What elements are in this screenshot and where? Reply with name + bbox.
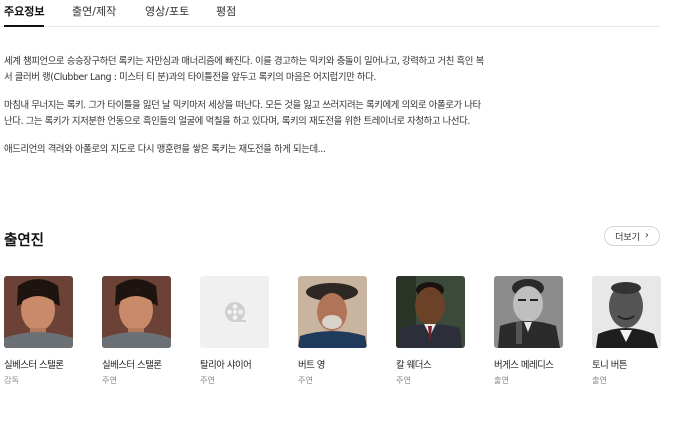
cast-card[interactable]: 토니 버튼 출연 (592, 276, 661, 386)
cast-photo (494, 276, 563, 348)
cast-photo (592, 276, 661, 348)
cast-card[interactable]: 버게스 메레디스 출연 (494, 276, 563, 386)
cast-role: 주연 (200, 375, 216, 385)
cast-name: 실베스터 스탤론 (102, 360, 162, 371)
cast-list: 실베스터 스탤론 감독 실베스터 스탤론 주연 탈리아 샤이어 주연 버트 영 … (4, 276, 664, 426)
cast-role: 주연 (396, 375, 412, 385)
cast-role: 출연 (494, 375, 510, 385)
synopsis: 세계 챔피언으로 승승장구하던 록키는 자만심과 매너리즘에 빠진다. 이를 경… (4, 54, 484, 170)
cast-role: 출연 (592, 375, 608, 385)
cast-role: 주연 (298, 375, 314, 385)
more-button-label: 더보기 (615, 232, 640, 243)
cast-more-button[interactable]: 더보기 › (604, 226, 660, 246)
cast-name: 버게스 메레디스 (494, 360, 554, 371)
synopsis-paragraph-3: 애드리언의 격려와 아폴로의 지도로 다시 맹훈련을 쌓은 록키는 재도전을 하… (4, 144, 326, 155)
detail-tabs: 주요정보 출연/제작 영상/포토 평점 (0, 0, 660, 27)
synopsis-paragraph-1: 세계 챔피언으로 승승장구하던 록키는 자만심과 매너리즘에 빠진다. 이를 경… (4, 56, 484, 83)
cast-photo (4, 276, 73, 348)
cast-card[interactable]: 칼 웨더스 주연 (396, 276, 465, 386)
synopsis-paragraph-2: 마침내 무너지는 록키. 그가 타이틀을 잃던 날 믹키마저 세상을 떠난다. … (4, 100, 481, 127)
cast-card[interactable]: 탈리아 샤이어 주연 (200, 276, 269, 386)
tab-cast-production[interactable]: 출연/제작 (72, 3, 116, 19)
cast-role: 주연 (102, 375, 118, 385)
cast-name: 칼 웨더스 (396, 360, 431, 371)
tab-video-photo[interactable]: 영상/포토 (145, 3, 189, 19)
cast-photo (102, 276, 171, 348)
cast-photo (298, 276, 367, 348)
cast-name: 탈리아 샤이어 (200, 360, 252, 371)
chevron-right-icon: › (644, 230, 649, 241)
cast-name: 실베스터 스탤론 (4, 360, 64, 371)
tab-main-info[interactable]: 주요정보 (4, 3, 44, 19)
cast-card[interactable]: 실베스터 스탤론 주연 (102, 276, 171, 386)
cast-role: 감독 (4, 375, 20, 385)
cast-section-title: 출연진 (4, 233, 45, 249)
film-reel-icon (224, 302, 246, 322)
cast-photo (396, 276, 465, 348)
cast-photo-placeholder (200, 276, 269, 348)
cast-card[interactable]: 버트 영 주연 (298, 276, 367, 386)
cast-card[interactable]: 실베스터 스탤론 감독 (4, 276, 73, 386)
cast-name: 토니 버튼 (592, 360, 627, 371)
cast-name: 버트 영 (298, 360, 325, 371)
active-tab-indicator (4, 25, 44, 27)
tab-rating[interactable]: 평점 (216, 3, 236, 19)
